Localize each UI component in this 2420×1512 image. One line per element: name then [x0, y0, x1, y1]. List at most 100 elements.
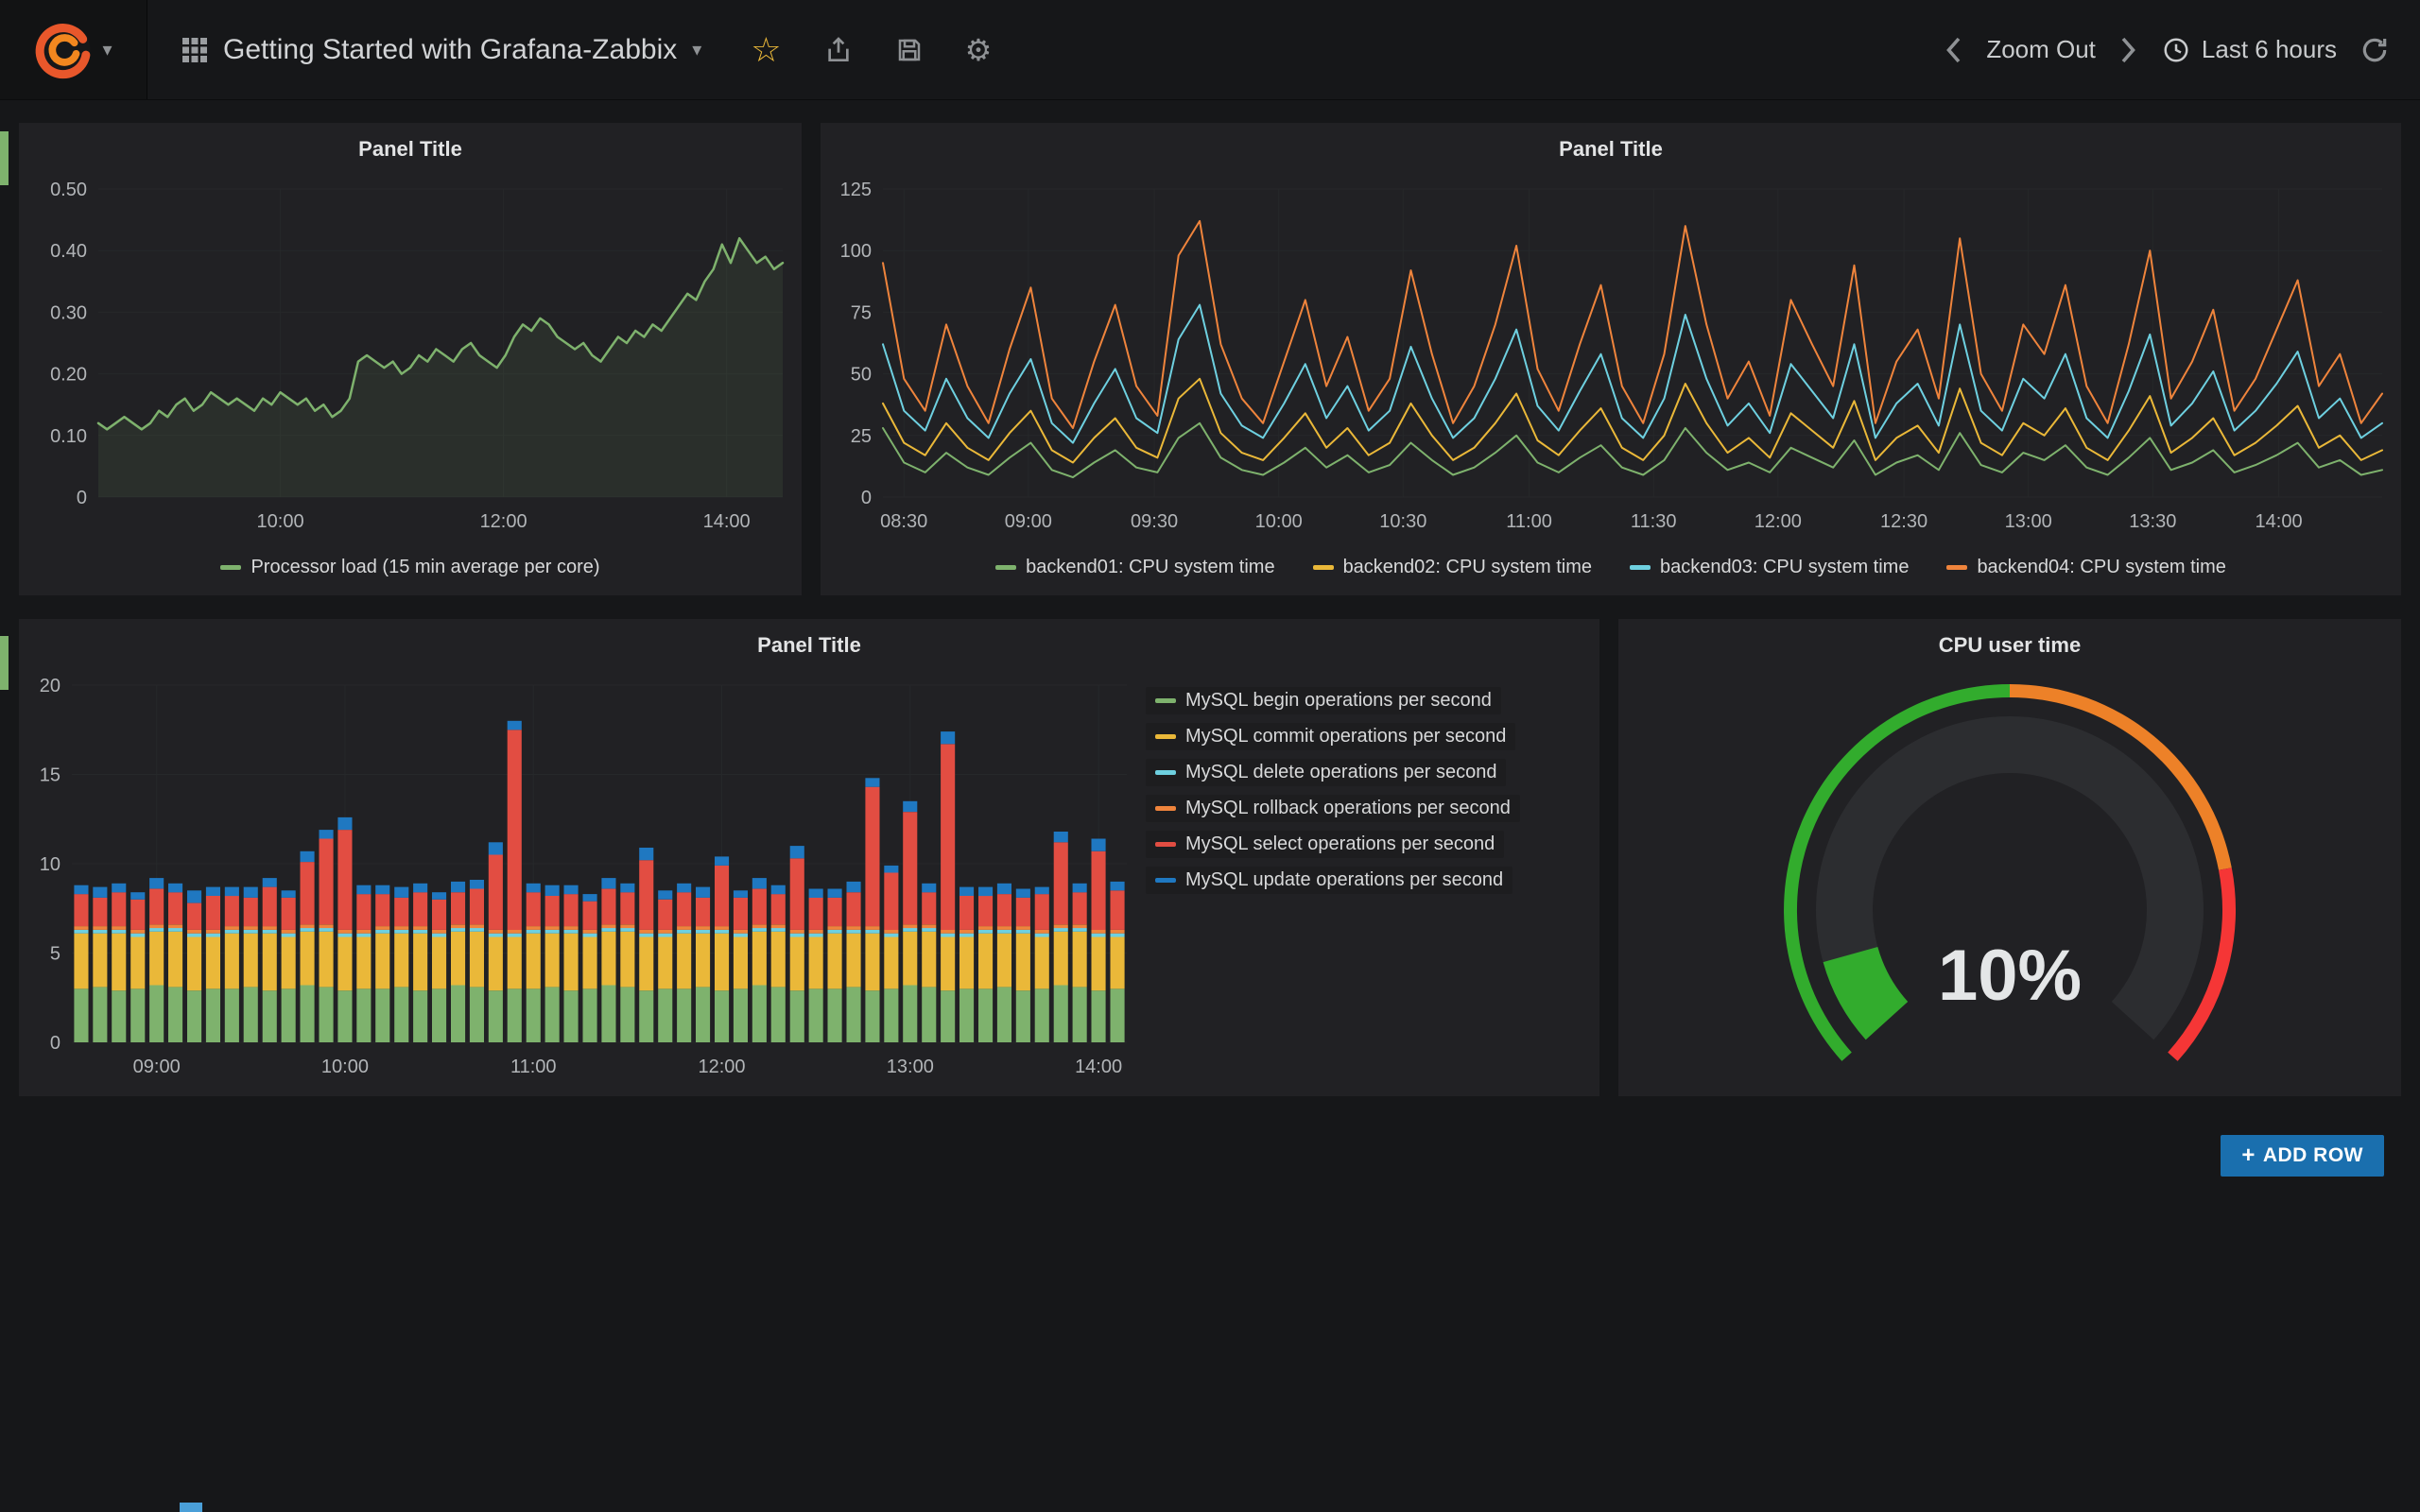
svg-text:0: 0 [861, 488, 872, 508]
mysql-operations-bar-chart[interactable]: 0510152009:0010:0011:0012:0013:0014:00 [19, 672, 1146, 1088]
svg-text:13:00: 13:00 [2005, 511, 2052, 532]
legend-label: MySQL begin operations per second [1185, 690, 1492, 712]
legend-label: backend04: CPU system time [1977, 557, 2225, 578]
svg-text:11:00: 11:00 [510, 1057, 557, 1077]
svg-text:13:30: 13:30 [2129, 511, 2176, 532]
legend-item[interactable]: MySQL select operations per second [1146, 831, 1504, 858]
svg-text:12:00: 12:00 [480, 511, 527, 532]
dashboard-row-2: Panel Title 0510152009:0010:0011:0012:00… [19, 619, 2401, 1096]
svg-text:10:00: 10:00 [257, 511, 304, 532]
chart-legend: Processor load (15 min average per core) [19, 542, 802, 592]
legend-color-swatch [1155, 806, 1176, 811]
svg-text:10:00: 10:00 [321, 1057, 369, 1077]
share-icon [823, 35, 854, 65]
svg-text:0: 0 [77, 488, 87, 508]
time-shift-back-button[interactable] [1943, 36, 1963, 64]
panel-title[interactable]: CPU user time [1618, 619, 2401, 672]
legend-color-swatch [1155, 698, 1176, 703]
row-collapse-handle[interactable] [0, 131, 9, 185]
chevron-left-icon [1943, 36, 1963, 64]
legend-label: MySQL update operations per second [1185, 869, 1503, 891]
dashboard-settings-button[interactable]: ⚙ [965, 35, 993, 65]
dashboard-grid-icon [182, 37, 208, 63]
star-dashboard-button[interactable]: ☆ [751, 33, 781, 67]
legend-label: backend02: CPU system time [1343, 557, 1592, 578]
refresh-button[interactable] [2360, 35, 2390, 65]
chart-legend: MySQL begin operations per second MySQL c… [1146, 672, 1599, 1088]
legend-label: Processor load (15 min average per core) [251, 557, 599, 578]
grafana-menu-button[interactable]: ▾ [0, 0, 147, 99]
legend-item[interactable]: backend01: CPU system time [995, 557, 1274, 578]
svg-text:10:30: 10:30 [1379, 511, 1426, 532]
svg-text:20: 20 [40, 676, 60, 696]
svg-text:10: 10 [40, 854, 60, 875]
svg-text:75: 75 [851, 302, 872, 323]
svg-text:100: 100 [840, 241, 872, 262]
legend-item[interactable]: MySQL commit operations per second [1146, 723, 1515, 750]
cpu-system-time-line-chart[interactable]: 025507510012508:3009:0009:3010:0010:3011… [821, 176, 2401, 542]
refresh-icon [2360, 35, 2390, 65]
svg-text:12:00: 12:00 [1754, 511, 1802, 532]
legend-item[interactable]: backend04: CPU system time [1946, 557, 2225, 578]
save-icon [895, 36, 924, 64]
clock-icon [2162, 36, 2190, 64]
navbar: ▾ Getting Started with Grafana-Zabbix ▾ … [0, 0, 2420, 100]
legend-label: MySQL select operations per second [1185, 833, 1495, 855]
caret-down-icon: ▾ [692, 41, 701, 60]
dashboard-title-dropdown[interactable]: Getting Started with Grafana-Zabbix ▾ [147, 0, 735, 99]
time-controls: Zoom Out Last 6 hours [1943, 35, 2420, 65]
chevron-right-icon [2118, 36, 2139, 64]
legend-color-swatch [1155, 734, 1176, 739]
share-dashboard-button[interactable] [823, 35, 854, 65]
legend-color-swatch [1630, 565, 1651, 570]
legend-color-swatch [1946, 565, 1967, 570]
legend-item[interactable]: MySQL begin operations per second [1146, 687, 1501, 714]
svg-text:14:00: 14:00 [2256, 511, 2303, 532]
dashboard-title: Getting Started with Grafana-Zabbix [223, 34, 677, 66]
time-shift-forward-button[interactable] [2118, 36, 2139, 64]
row-collapse-handle[interactable] [0, 636, 9, 690]
legend-label: backend01: CPU system time [1026, 557, 1274, 578]
svg-text:15: 15 [40, 765, 60, 786]
svg-text:0.20: 0.20 [50, 365, 87, 386]
svg-text:0: 0 [50, 1033, 60, 1054]
legend-item[interactable]: Processor load (15 min average per core) [220, 557, 599, 578]
panel-title[interactable]: Panel Title [19, 123, 802, 176]
time-range-picker[interactable]: Last 6 hours [2162, 35, 2337, 64]
legend-label: MySQL delete operations per second [1185, 762, 1496, 783]
add-row-button[interactable]: + ADD ROW [2221, 1135, 2384, 1177]
panel-title[interactable]: Panel Title [821, 123, 2401, 176]
legend-item[interactable]: backend03: CPU system time [1630, 557, 1909, 578]
svg-text:09:30: 09:30 [1131, 511, 1178, 532]
svg-text:08:30: 08:30 [880, 511, 927, 532]
save-dashboard-button[interactable] [895, 36, 924, 64]
panel-mysql-operations: Panel Title 0510152009:0010:0011:0012:00… [19, 619, 1599, 1096]
dashboard-row-1: Panel Title 00.100.200.300.400.5010:0012… [19, 123, 2401, 595]
panel-processor-load: Panel Title 00.100.200.300.400.5010:0012… [19, 123, 802, 595]
dashboard: Panel Title 00.100.200.300.400.5010:0012… [0, 100, 2420, 1177]
caret-down-icon: ▾ [102, 41, 112, 60]
svg-text:14:00: 14:00 [1075, 1057, 1122, 1077]
grafana-logo-icon [34, 21, 93, 79]
panel-title[interactable]: Panel Title [19, 619, 1599, 672]
dashboard-actions: ☆ ⚙ [735, 33, 1007, 67]
gear-icon: ⚙ [965, 35, 993, 65]
zoom-out-button[interactable]: Zoom Out [1986, 35, 2096, 64]
svg-text:10%: 10% [1938, 936, 2082, 1016]
legend-item[interactable]: MySQL rollback operations per second [1146, 795, 1520, 822]
svg-text:09:00: 09:00 [133, 1057, 181, 1077]
add-row-label: ADD ROW [2263, 1144, 2363, 1167]
processor-load-line-chart[interactable]: 00.100.200.300.400.5010:0012:0014:00 [19, 176, 802, 542]
svg-text:10:00: 10:00 [1255, 511, 1303, 532]
legend-color-swatch [995, 565, 1016, 570]
legend-item[interactable]: MySQL update operations per second [1146, 867, 1512, 894]
cpu-user-time-gauge[interactable]: 10% [1618, 672, 2401, 1088]
legend-item[interactable]: backend02: CPU system time [1313, 557, 1592, 578]
panel-cpu-user-time: CPU user time 10% [1618, 619, 2401, 1096]
svg-text:13:00: 13:00 [887, 1057, 934, 1077]
panel-cpu-system-time: Panel Title 025507510012508:3009:0009:30… [821, 123, 2401, 595]
legend-label: backend03: CPU system time [1660, 557, 1909, 578]
cropped-ui-artifact [180, 1503, 202, 1512]
svg-text:0.30: 0.30 [50, 302, 87, 323]
legend-item[interactable]: MySQL delete operations per second [1146, 759, 1506, 786]
